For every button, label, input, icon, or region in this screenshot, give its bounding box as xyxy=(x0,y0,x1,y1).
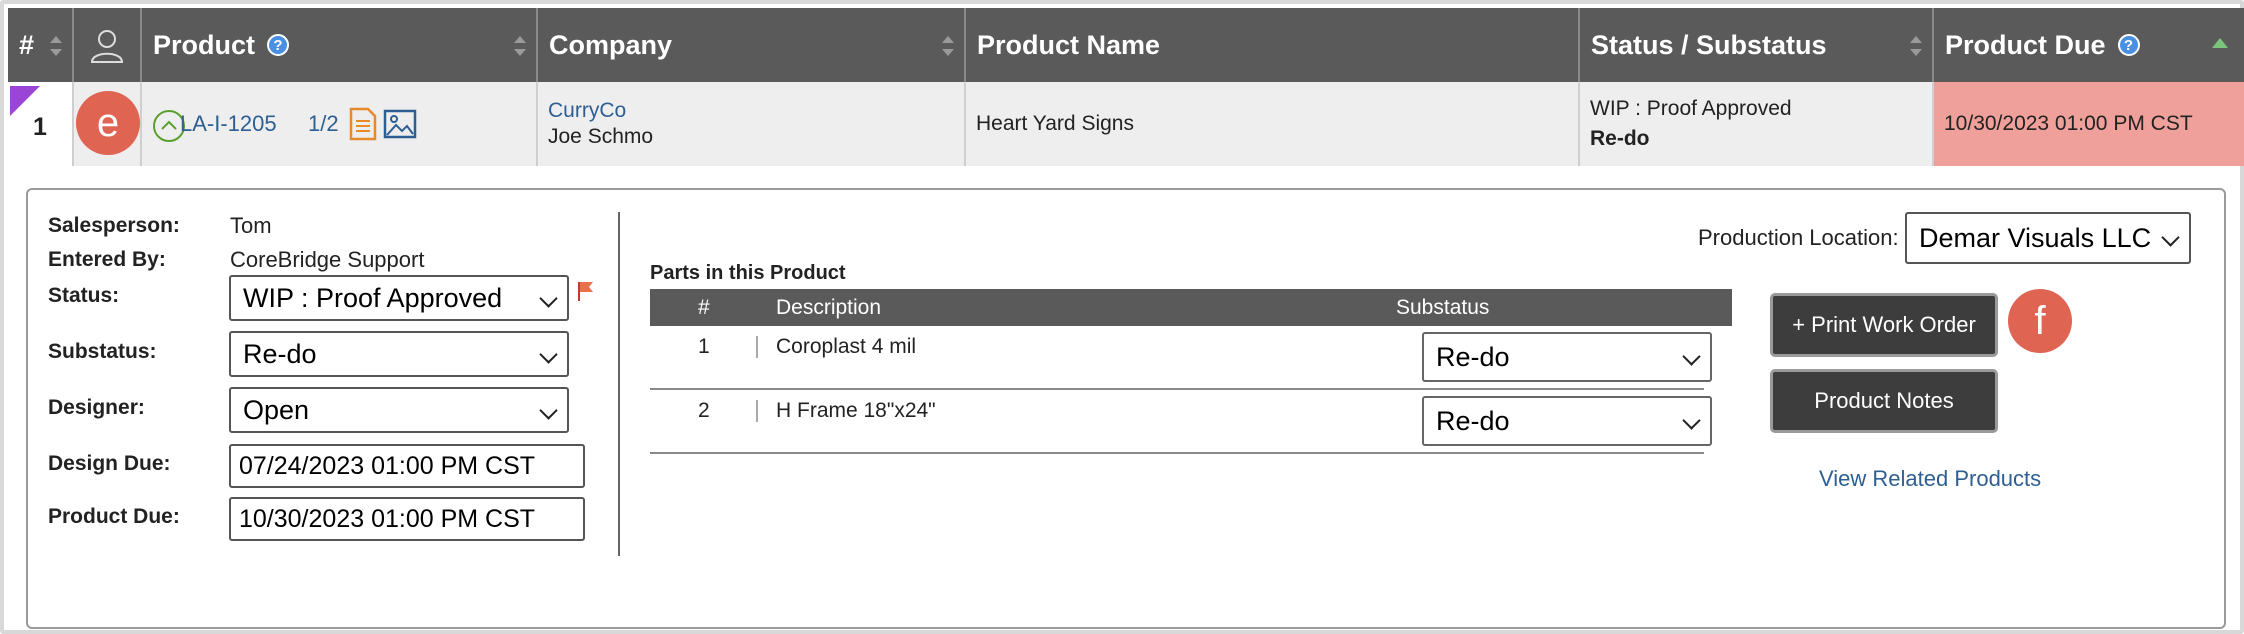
user-icon xyxy=(90,30,124,63)
product-due-label: Product Due: xyxy=(48,505,180,528)
header-user[interactable] xyxy=(74,8,142,82)
sort-icon xyxy=(1910,36,1922,56)
callout-badge-f: f xyxy=(2008,289,2072,353)
header-product-due-label: Product Due xyxy=(1945,29,2106,60)
row-product-name-cell: Heart Yard Signs xyxy=(966,82,1580,166)
part-substatus-select[interactable]: Re-do xyxy=(1422,396,1712,446)
flag-icon[interactable] xyxy=(576,280,596,302)
row-index-cell: 1 xyxy=(8,82,74,166)
substatus-text: Re-do xyxy=(1590,127,1650,150)
part-substatus-select[interactable]: Re-do xyxy=(1422,332,1712,382)
chevron-down-icon xyxy=(539,401,558,420)
help-icon[interactable]: ? xyxy=(2117,34,2140,56)
image-icon[interactable] xyxy=(382,106,418,142)
print-work-order-button[interactable]: + Print Work Order xyxy=(1770,293,1998,357)
parts-col-substatus: Substatus xyxy=(1396,296,1490,319)
part-substatus-value: Re-do xyxy=(1436,405,1510,436)
header-company[interactable]: Company xyxy=(538,8,966,82)
substatus-select-value: Re-do xyxy=(243,338,317,369)
row-status-cell: WIP : Proof Approved Re-do xyxy=(1580,82,1934,166)
production-location-label: Production Location: xyxy=(1698,225,1899,250)
table-row: 2 H Frame 18"x24" Re-do xyxy=(650,390,1712,454)
chevron-down-icon xyxy=(539,289,558,308)
due-date: 10/30/2023 01:00 PM CST xyxy=(1944,112,2193,135)
status-text: WIP : Proof Approved xyxy=(1590,97,1792,120)
product-due-value: 10/30/2023 01:00 PM CST xyxy=(239,504,536,533)
part-description: H Frame 18"x24" xyxy=(776,399,936,422)
designer-select-value: Open xyxy=(243,394,310,425)
part-substatus-value: Re-do xyxy=(1436,341,1510,372)
flag-corner-icon xyxy=(10,86,40,116)
chevron-down-icon xyxy=(1682,347,1701,366)
design-due-label: Design Due: xyxy=(48,452,171,475)
header-status-label: Status / Substatus xyxy=(1591,29,1827,60)
row-due-cell: 10/30/2023 01:00 PM CST xyxy=(1934,82,2244,166)
status-select[interactable]: WIP : Proof Approved xyxy=(229,275,569,321)
header-product-due[interactable]: Product Due ? xyxy=(1934,8,2244,82)
table-row[interactable]: 1 e LA-I-1205 1/2 CurryCo Joe Schmo Hear… xyxy=(8,82,2244,166)
chevron-down-icon xyxy=(539,345,558,364)
part-num: 1 xyxy=(698,335,710,358)
status-select-value: WIP : Proof Approved xyxy=(243,282,503,313)
parts-title: Parts in this Product xyxy=(650,262,846,284)
sort-icon xyxy=(514,36,526,56)
design-due-value: 07/24/2023 01:00 PM CST xyxy=(239,451,536,480)
header-company-label: Company xyxy=(549,29,673,60)
product-fraction: 1/2 xyxy=(308,111,339,136)
designer-label: Designer: xyxy=(48,396,145,419)
callout-badge-e: e xyxy=(76,91,140,155)
substatus-select[interactable]: Re-do xyxy=(229,331,569,377)
document-icon[interactable] xyxy=(348,106,378,142)
product-notes-button[interactable]: Product Notes xyxy=(1770,369,1998,433)
status-label: Status: xyxy=(48,284,120,307)
table-row: 1 Coroplast 4 mil Re-do xyxy=(650,326,1712,390)
substatus-label: Substatus: xyxy=(48,340,157,363)
header-num-label: # xyxy=(19,29,35,60)
salesperson-label: Salesperson: xyxy=(48,214,180,237)
product-code-link[interactable]: LA-I-1205 xyxy=(180,111,277,137)
company-link[interactable]: CurryCo xyxy=(548,99,626,123)
salesperson-value: Tom xyxy=(230,213,272,238)
table-header: # Product ? Company Product Name Status … xyxy=(8,8,2244,82)
order-grid: # Product ? Company Product Name Status … xyxy=(0,0,2244,634)
cell-separator xyxy=(756,336,758,358)
entered-by-label: Entered By: xyxy=(48,248,166,271)
parts-table-header: # Description Substatus xyxy=(650,289,1732,326)
header-product-label: Product xyxy=(153,29,256,60)
parts-col-num: # xyxy=(698,296,710,319)
design-due-input[interactable]: 07/24/2023 01:00 PM CST xyxy=(229,444,585,488)
row-company-cell: CurryCo Joe Schmo xyxy=(538,82,966,166)
header-product-name[interactable]: Product Name xyxy=(966,8,1580,82)
designer-select[interactable]: Open xyxy=(229,387,569,433)
chevron-down-icon xyxy=(1682,411,1701,430)
part-num: 2 xyxy=(698,399,710,422)
help-icon[interactable]: ? xyxy=(267,34,290,56)
header-product[interactable]: Product ? xyxy=(142,8,538,82)
sort-icon xyxy=(942,36,954,56)
production-location-select[interactable]: Demar Visuals LLC xyxy=(1905,212,2191,264)
chevron-down-icon xyxy=(2161,228,2180,247)
vertical-divider xyxy=(618,212,620,556)
cell-separator xyxy=(756,400,758,422)
part-description: Coroplast 4 mil xyxy=(776,335,917,358)
entered-by-value: CoreBridge Support xyxy=(230,247,425,272)
sort-ascending-icon xyxy=(2212,38,2228,48)
sort-icon xyxy=(50,36,62,56)
row-index: 1 xyxy=(33,112,47,141)
production-location-value: Demar Visuals LLC xyxy=(1919,222,2152,253)
view-related-products-link[interactable]: View Related Products xyxy=(1819,466,2041,492)
row-user-cell: e xyxy=(74,82,142,166)
header-status[interactable]: Status / Substatus xyxy=(1580,8,1934,82)
product-detail-panel: Salesperson: Tom Entered By: CoreBridge … xyxy=(26,188,2226,629)
product-name: Heart Yard Signs xyxy=(976,112,1134,135)
parts-col-description: Description xyxy=(776,296,882,319)
contact-name: Joe Schmo xyxy=(548,125,654,148)
product-due-input[interactable]: 10/30/2023 01:00 PM CST xyxy=(229,497,585,541)
header-product-name-label: Product Name xyxy=(977,29,1161,60)
row-product-cell: LA-I-1205 1/2 xyxy=(142,82,538,166)
header-num[interactable]: # xyxy=(8,8,74,82)
